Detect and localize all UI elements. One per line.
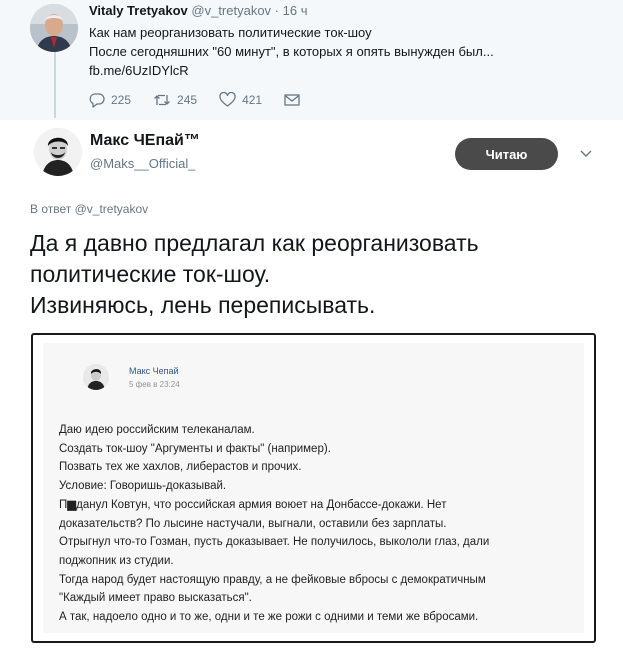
parent-tweet-header: Vitaly Tretyakov @v_tretyakov · 16 ч bbox=[89, 3, 307, 18]
post-line: Создать ток-шоу "Аргументы и факты" (нап… bbox=[59, 442, 331, 455]
post-line: "Каждый имеет право высказаться". bbox=[59, 592, 252, 605]
embedded-post-text: Даю идею российским телеканалам. Создать… bbox=[59, 421, 489, 627]
tweet-text-line: Как нам реорганизовать политические ток-… bbox=[89, 25, 372, 40]
like-button[interactable]: 421 bbox=[219, 92, 262, 108]
embedded-author-name: Макс Чепай bbox=[129, 366, 179, 376]
avatar bbox=[83, 364, 109, 390]
embedded-post: Макс Чепай 5 фев в 23:24 Даю идею россий… bbox=[43, 343, 584, 633]
embedded-post-date: 5 фев в 23:24 bbox=[129, 380, 180, 389]
post-line: Тогда народ будет настоящую правду, а не… bbox=[59, 573, 486, 586]
author-name[interactable]: Макс ЧЕпай™ bbox=[90, 132, 200, 150]
tweet-text-line: политические ток-шоу. bbox=[30, 261, 271, 287]
reply-icon bbox=[89, 93, 105, 108]
retweet-icon bbox=[154, 94, 170, 106]
tweet-text: Да я давно предлагал как реорганизовать … bbox=[30, 228, 610, 321]
avatar-photo bbox=[30, 4, 78, 52]
reply-handle-link[interactable]: @v_tretyakov bbox=[75, 202, 149, 216]
parent-tweet-text: Как нам реорганизовать политические ток-… bbox=[89, 23, 609, 80]
post-line: Позвать тех же хахлов, либерастов и проч… bbox=[59, 461, 302, 474]
tweet-text-line: Извиняюсь, лень переписывать. bbox=[30, 292, 376, 318]
thread-connector-line bbox=[54, 52, 56, 118]
retweet-button[interactable]: 245 bbox=[153, 92, 197, 108]
like-icon bbox=[219, 92, 236, 107]
tweet-time[interactable]: 16 ч bbox=[283, 3, 308, 18]
avatar-photo bbox=[34, 128, 82, 176]
meta-separator: · bbox=[271, 3, 283, 18]
reply-button[interactable]: 225 bbox=[89, 92, 131, 108]
post-line: доказательств? По лысине настучали, выгн… bbox=[59, 517, 447, 530]
retweet-count: 245 bbox=[177, 93, 198, 107]
post-line: Даю идею российским телеканалам. bbox=[59, 424, 255, 436]
reply-context: В ответ @v_tretyakov bbox=[30, 202, 148, 216]
reply-count: 225 bbox=[111, 93, 132, 107]
post-line: А так, надоело одно и то же, одни и те ж… bbox=[59, 611, 479, 624]
post-line: поджопник из студии. bbox=[59, 554, 174, 567]
tweet-text-line: После сегодняшних "60 минут", в которых … bbox=[89, 44, 494, 59]
parent-tweet[interactable]: Vitaly Tretyakov @v_tretyakov · 16 ч Как… bbox=[0, 0, 623, 120]
avatar[interactable] bbox=[34, 128, 82, 176]
chevron-down-icon[interactable] bbox=[580, 149, 592, 159]
post-line: Отрыгнул что-то Гозман, пусть доказывает… bbox=[59, 536, 490, 549]
direct-message-button[interactable] bbox=[284, 93, 306, 107]
tweet-actions: 225 245 421 bbox=[89, 92, 328, 108]
author-name[interactable]: Vitaly Tretyakov bbox=[89, 3, 188, 18]
post-line: Условие: Говоришь-доказывай. bbox=[59, 480, 227, 493]
author-handle[interactable]: @v_tretyakov bbox=[191, 3, 271, 18]
avatar-photo bbox=[83, 364, 109, 390]
post-line: П▆данул Ковтун, что российская армия вою… bbox=[59, 498, 447, 511]
tweet-link[interactable]: fb.me/6UzIDYlcR bbox=[89, 61, 609, 80]
attached-image[interactable]: Макс Чепай 5 фев в 23:24 Даю идею россий… bbox=[31, 333, 596, 643]
direct-message-icon bbox=[284, 94, 300, 106]
follow-button[interactable]: Читаю bbox=[455, 138, 558, 170]
tweet-text-line: Да я давно предлагал как реорганизовать bbox=[30, 230, 479, 256]
reply-prefix: В ответ bbox=[30, 202, 72, 216]
author-handle[interactable]: @Maks__Official_ bbox=[90, 156, 195, 171]
avatar[interactable] bbox=[30, 4, 78, 52]
like-count: 421 bbox=[242, 93, 263, 107]
